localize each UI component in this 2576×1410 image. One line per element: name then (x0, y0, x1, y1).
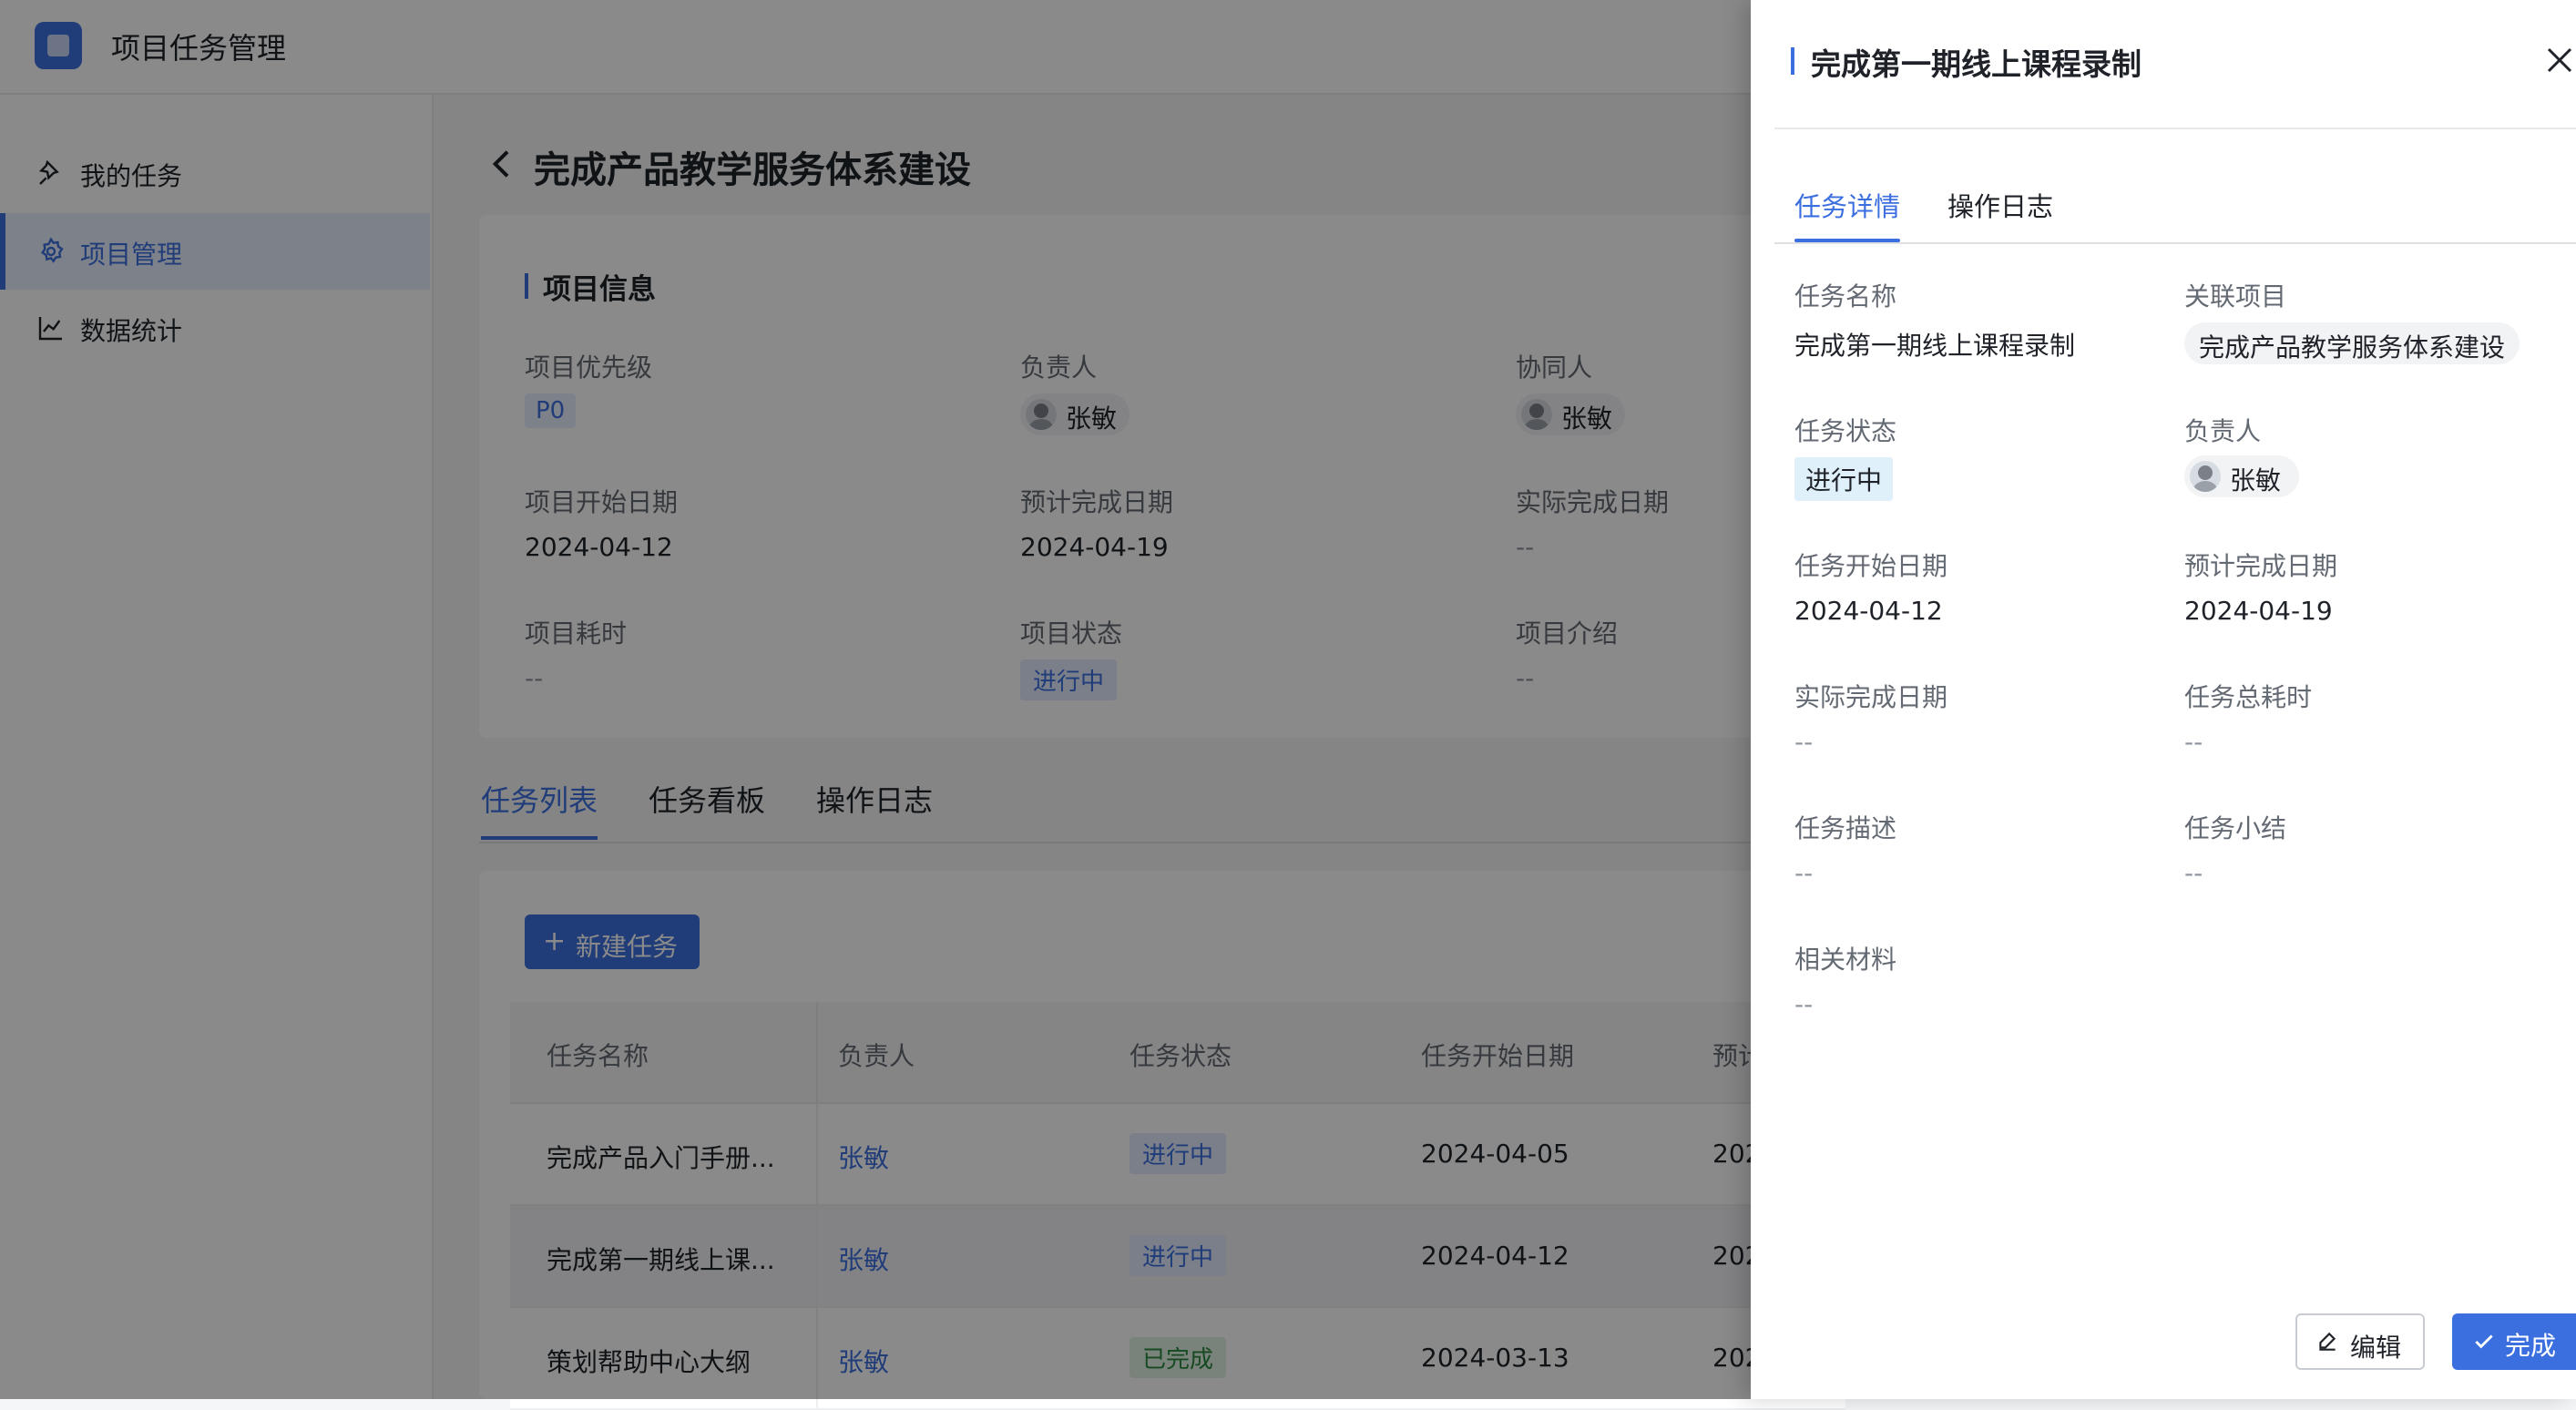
divider (1774, 128, 2576, 129)
drawer-title: 完成第一期线上课程录制 (1791, 40, 2142, 84)
modal-overlay[interactable] (0, 0, 1751, 1399)
related-project-label: 关联项目 (2184, 281, 2287, 312)
edit-icon (2319, 1332, 2336, 1351)
materials-label: 相关材料 (1794, 945, 1897, 975)
description-value: -- (1794, 858, 1814, 888)
description-label: 任务描述 (1794, 813, 1897, 843)
avatar (2190, 461, 2221, 492)
task-name-label: 任务名称 (1794, 281, 1897, 312)
summary-value: -- (2184, 858, 2203, 888)
planned-end-label: 预计完成日期 (2184, 551, 2338, 581)
owner-label: 负责人 (2184, 416, 2262, 446)
total-duration-label: 任务总耗时 (2184, 682, 2313, 712)
status-badge: 进行中 (1794, 457, 1894, 501)
tab-task-detail[interactable]: 任务详情 (1794, 186, 1901, 242)
check-icon (2475, 1334, 2493, 1349)
tab-drawer-operation-log[interactable]: 操作日志 (1947, 186, 2053, 224)
task-start-label: 任务开始日期 (1794, 551, 1948, 581)
materials-value: -- (1794, 989, 1814, 1019)
related-project-chip[interactable]: 完成产品教学服务体系建设 (2184, 322, 2520, 364)
owner-name: 张敏 (2230, 465, 2282, 496)
summary-label: 任务小结 (2184, 813, 2287, 843)
owner-chip: 张敏 (2184, 455, 2299, 497)
edit-button[interactable]: 编辑 (2295, 1313, 2425, 1370)
task-name-value: 完成第一期线上课程录制 (1794, 331, 2076, 361)
edit-label: 编辑 (2350, 1333, 2402, 1363)
total-duration-value: -- (2184, 727, 2203, 757)
close-icon[interactable] (2543, 44, 2576, 77)
drawer-tabs: 任务详情 操作日志 (1774, 173, 2576, 244)
complete-button[interactable]: 完成 (2452, 1313, 2576, 1370)
task-start-value: 2024-04-12 (1794, 596, 1943, 626)
task-status-label: 任务状态 (1794, 416, 1897, 446)
planned-end-value: 2024-04-19 (2184, 596, 2333, 626)
actual-end-label: 实际完成日期 (1794, 682, 1948, 712)
actual-end-value: -- (1794, 727, 1814, 757)
complete-label: 完成 (2505, 1331, 2557, 1361)
